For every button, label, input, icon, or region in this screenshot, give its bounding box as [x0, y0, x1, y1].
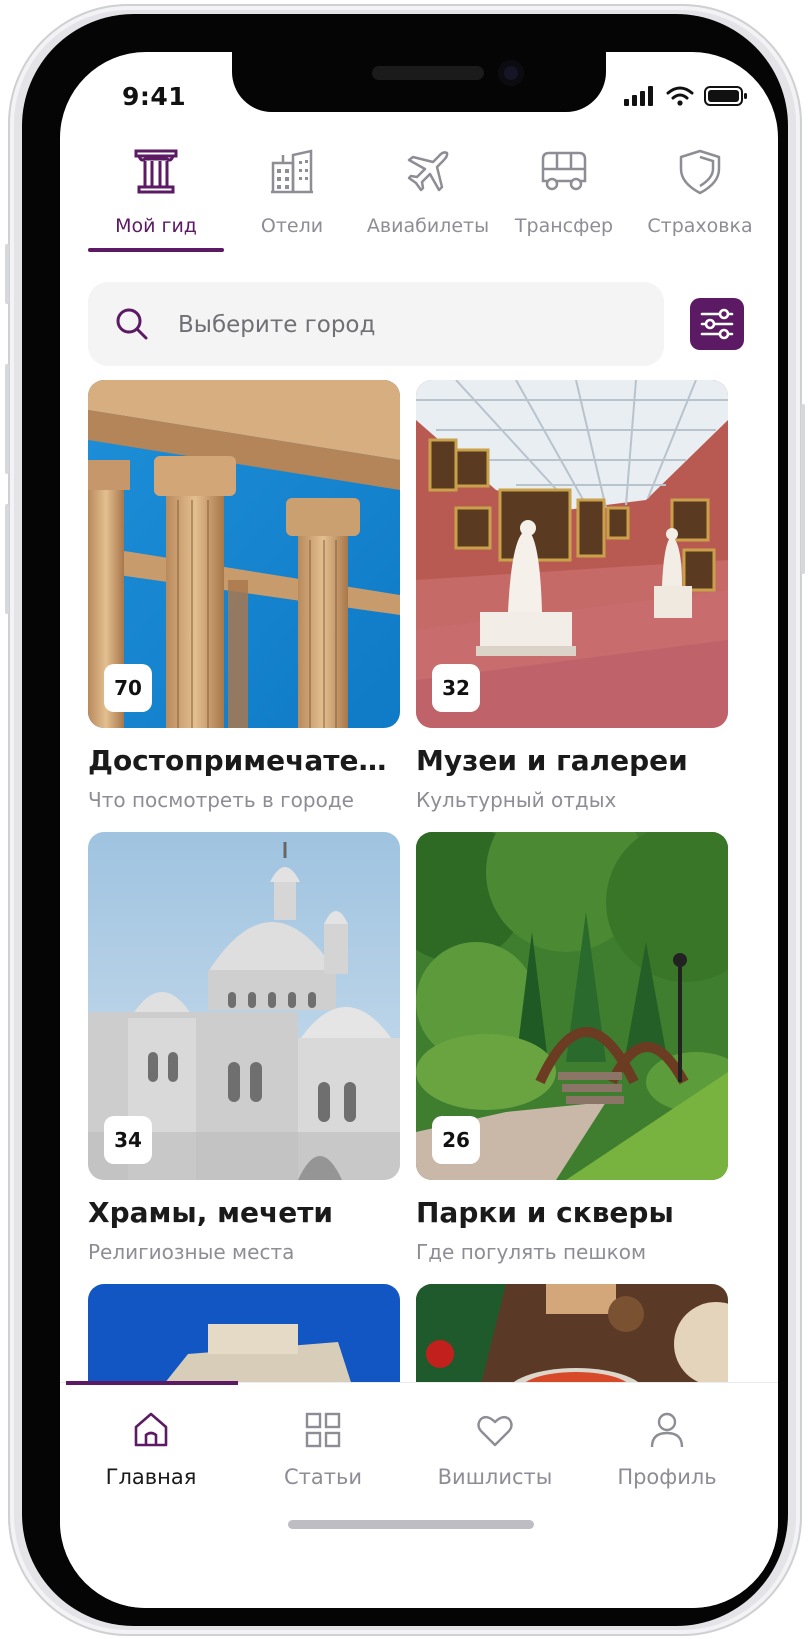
buildings-icon	[271, 149, 313, 194]
volume-up-button	[5, 364, 9, 474]
status-icons	[624, 86, 748, 106]
shield-icon	[679, 149, 721, 195]
power-button	[801, 404, 805, 574]
home-icon	[134, 1412, 168, 1447]
tab-hotels[interactable]: Отели	[222, 147, 362, 255]
nav-wishlists[interactable]: Вишлисты	[410, 1383, 580, 1503]
status-time: 9:41	[122, 82, 187, 111]
nav-label: Профиль	[617, 1465, 717, 1489]
grid-icon	[305, 1412, 341, 1448]
heart-icon	[477, 1415, 513, 1447]
filter-button[interactable]	[690, 298, 744, 350]
phone-frame: 9:41 Мой гид Отели Авиабилеты Трансфер С…	[5, 4, 805, 1636]
card-subtitle: Что посмотреть в городе	[88, 788, 354, 812]
user-icon	[650, 1412, 684, 1448]
mute-switch	[5, 244, 9, 304]
nav-label: Главная	[105, 1465, 197, 1489]
notch	[232, 52, 606, 112]
phone-bezel: 9:41 Мой гид Отели Авиабилеты Трансфер С…	[22, 14, 788, 1626]
card-title: Храмы, мечети	[88, 1196, 334, 1229]
airplane-icon	[407, 151, 449, 192]
card-subtitle: Религиозные места	[88, 1240, 295, 1264]
bus-icon	[541, 151, 587, 191]
signal-icon	[624, 86, 653, 106]
volume-down-button	[5, 504, 9, 614]
tab-label: Страховка	[647, 215, 753, 237]
tab-flights[interactable]: Авиабилеты	[358, 147, 498, 255]
column-icon	[134, 149, 178, 194]
speaker-grille	[372, 66, 484, 80]
app-screen: 9:41 Мой гид Отели Авиабилеты Трансфер С…	[60, 52, 778, 1608]
tab-insurance[interactable]: Страховка	[630, 147, 770, 255]
tab-transfer[interactable]: Трансфер	[494, 147, 634, 255]
card-subtitle: Культурный отдых	[416, 788, 617, 812]
nav-label: Вишлисты	[437, 1465, 553, 1489]
nav-profile[interactable]: Профиль	[582, 1383, 752, 1503]
places-count-badge: 70	[104, 664, 152, 712]
search-icon	[116, 308, 148, 340]
category-tabs: Мой гид Отели Авиабилеты Трансфер Страхо…	[60, 147, 778, 255]
front-camera	[498, 60, 524, 86]
nav-home[interactable]: Главная	[66, 1383, 236, 1503]
active-tab-underline	[88, 248, 224, 252]
nav-label: Статьи	[283, 1465, 363, 1489]
places-count-badge: 26	[432, 1116, 480, 1164]
bottom-navigation: Главная Статьи Вишлисты Профиль	[60, 1381, 778, 1608]
card-subtitle: Где погулять пешком	[416, 1240, 647, 1264]
card-title: Достопримечател...	[88, 744, 400, 777]
places-count-badge: 32	[432, 664, 480, 712]
tab-my-guide[interactable]: Мой гид	[86, 147, 226, 255]
places-count-badge: 34	[104, 1116, 152, 1164]
home-indicator[interactable]	[288, 1520, 534, 1529]
battery-icon	[704, 86, 747, 106]
city-search-bar[interactable]	[88, 282, 664, 366]
card-title: Парки и скверы	[416, 1196, 674, 1229]
city-search-input[interactable]	[176, 304, 640, 346]
nav-articles[interactable]: Статьи	[238, 1383, 408, 1503]
wifi-icon	[666, 86, 694, 106]
card-title: Музеи и галереи	[416, 744, 688, 777]
sliders-icon	[700, 308, 734, 340]
